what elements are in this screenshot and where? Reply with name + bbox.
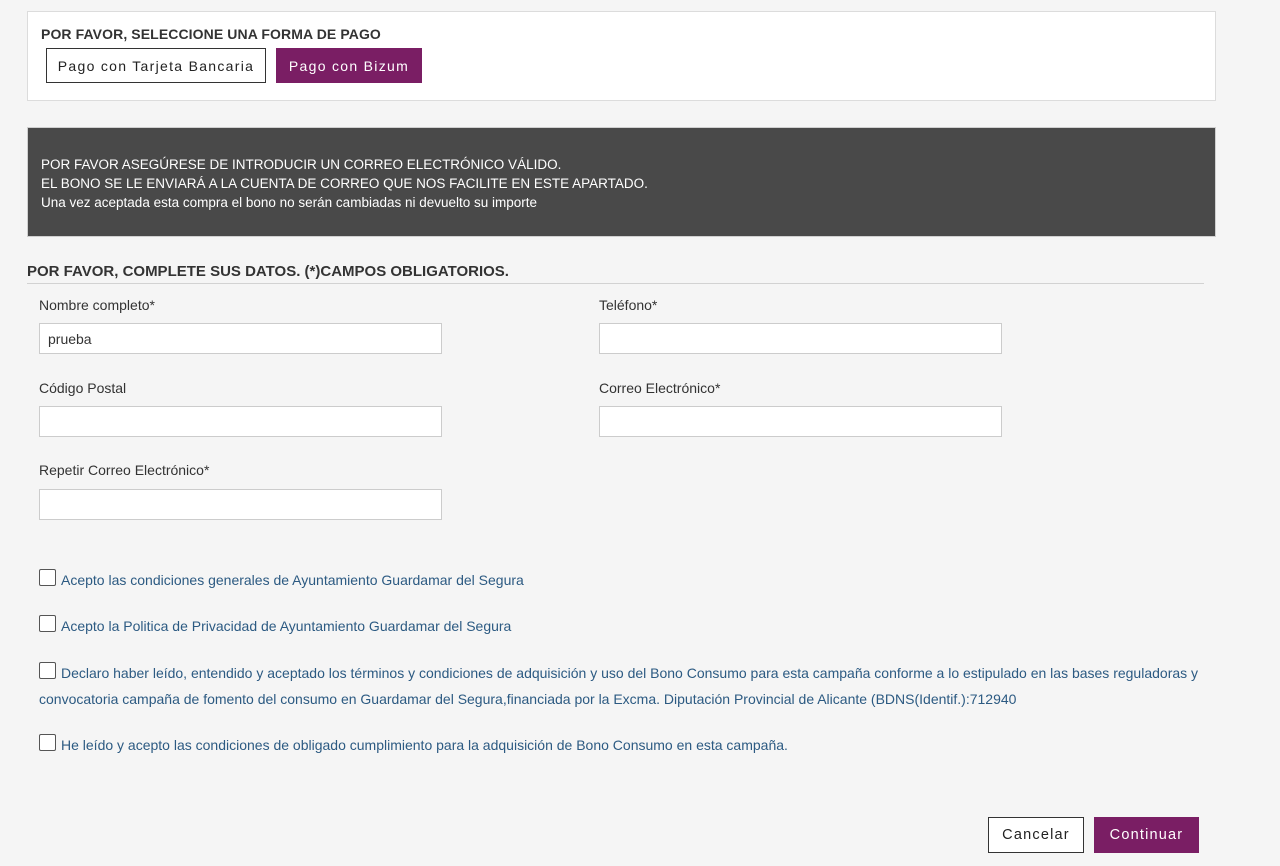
pay-with-card-button[interactable]: Pago con Tarjeta Bancaria bbox=[46, 48, 266, 83]
notice-line-3: Una vez aceptada esta compra el bono no … bbox=[41, 195, 538, 210]
repetir-correo-label: Repetir Correo Electrónico* bbox=[39, 462, 210, 478]
telefono-label: Teléfono* bbox=[599, 297, 658, 313]
nombre-input[interactable] bbox=[39, 323, 442, 354]
pay-with-bizum-button[interactable]: Pago con Bizum bbox=[276, 48, 422, 83]
checkbox[interactable] bbox=[39, 662, 56, 679]
cancel-button[interactable]: Cancelar bbox=[988, 817, 1084, 853]
checkbox-condiciones-generales: Acepto las condiciones generales de Ayun… bbox=[39, 567, 524, 593]
continue-button[interactable]: Continuar bbox=[1094, 817, 1199, 853]
checkbox[interactable] bbox=[39, 734, 56, 751]
checkbox-obligado-cumplimiento: He leído y acepto las condiciones de obl… bbox=[39, 732, 788, 758]
telefono-input[interactable] bbox=[599, 323, 1002, 354]
correo-label: Correo Electrónico* bbox=[599, 380, 721, 396]
divider bbox=[27, 283, 1204, 284]
payment-method-panel: POR FAVOR, SELECCIONE UNA FORMA DE PAGO … bbox=[27, 11, 1216, 101]
correo-input[interactable] bbox=[599, 406, 1002, 437]
codigo-postal-input[interactable] bbox=[39, 406, 442, 437]
checkbox-label: He leído y acepto las condiciones de obl… bbox=[61, 737, 788, 753]
email-notice-banner: POR FAVOR ASEGÚRESE DE INTRODUCIR UN COR… bbox=[27, 127, 1216, 237]
checkbox-label: Acepto la Politica de Privacidad de Ayun… bbox=[61, 618, 512, 634]
checkbox-label-continuation: convocatoria campaña de fomento del cons… bbox=[39, 691, 1017, 707]
notice-line-2: EL BONO SE LE ENVIARÁ A LA CUENTA DE COR… bbox=[41, 176, 648, 191]
form-heading: POR FAVOR, COMPLETE SUS DATOS. (*)CAMPOS… bbox=[27, 263, 509, 280]
checkbox[interactable] bbox=[39, 615, 56, 632]
repetir-correo-input[interactable] bbox=[39, 489, 442, 520]
codigo-postal-label: Código Postal bbox=[39, 380, 127, 396]
checkbox-label: Declaro haber leído, entendido y aceptad… bbox=[61, 665, 1199, 681]
checkbox-label: Acepto las condiciones generales de Ayun… bbox=[61, 572, 524, 588]
notice-line-1: POR FAVOR ASEGÚRESE DE INTRODUCIR UN COR… bbox=[41, 157, 562, 172]
payment-method-title: POR FAVOR, SELECCIONE UNA FORMA DE PAGO bbox=[41, 26, 381, 42]
nombre-label: Nombre completo* bbox=[39, 297, 155, 313]
checkbox[interactable] bbox=[39, 569, 56, 586]
checkbox-politica-privacidad: Acepto la Politica de Privacidad de Ayun… bbox=[39, 613, 511, 639]
checkbox-terminos-bono: Declaro haber leído, entendido y aceptad… bbox=[39, 660, 1219, 712]
